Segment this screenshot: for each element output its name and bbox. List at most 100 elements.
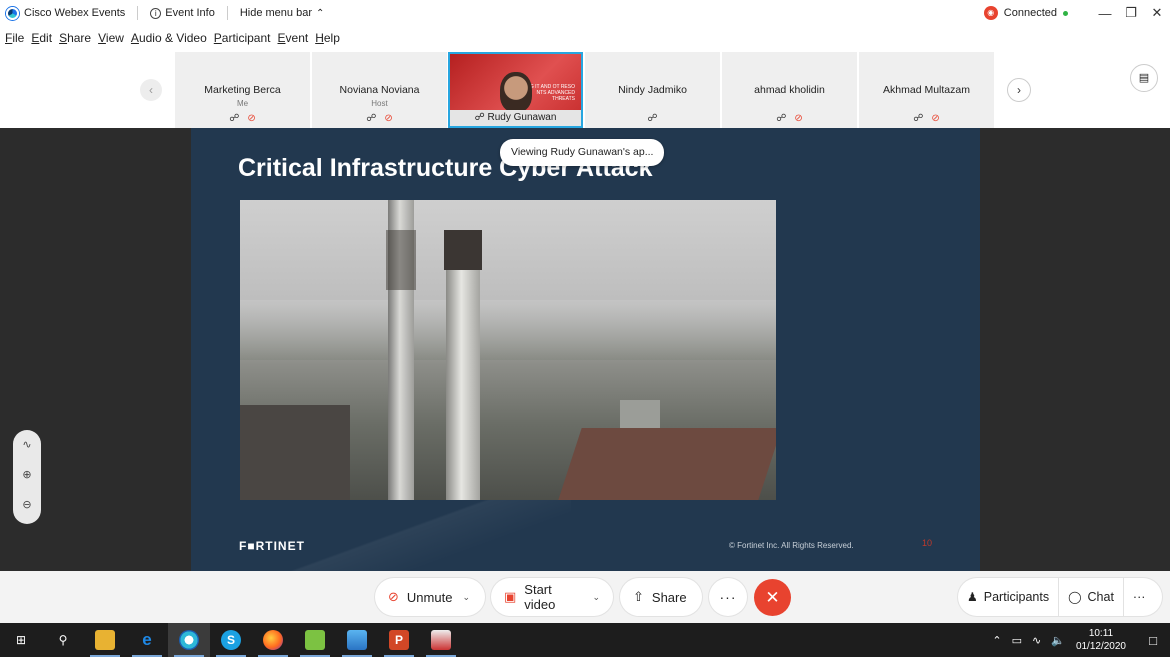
title-bar: Cisco Webex Events i Event Info Hide men… (0, 0, 1170, 26)
menu-edit[interactable]: Edit (31, 31, 52, 45)
muted-mic-icon: ⊘ (384, 113, 393, 124)
participant-status: ☍ (585, 113, 720, 124)
chevron-up-icon[interactable]: ⌃ (992, 634, 1001, 647)
system-clock[interactable]: 10:11 01/12/2020 (1076, 627, 1126, 653)
menu-bar: File Edit Share View Audio & Video Parti… (0, 28, 347, 48)
chat-button[interactable]: ◯ Chat (1059, 578, 1123, 616)
app-title: Cisco Webex Events (24, 7, 126, 19)
powerpoint-button[interactable]: P (378, 623, 420, 657)
participant-tile[interactable]: Nindy Jadmiko ☍ (585, 52, 720, 128)
more-options-button[interactable]: ··· (709, 578, 747, 616)
participant-tile[interactable]: Akhmad Multazam ☍ ⊘ (859, 52, 994, 128)
slide-photo (240, 200, 776, 500)
shared-slide: Critical Infrastructure Cyber Attack F■R… (191, 128, 980, 571)
notification-icon[interactable]: □ (1136, 633, 1170, 648)
powerpoint-icon: P (389, 630, 409, 650)
hide-menu-bar-button[interactable]: Hide menu bar ⌃ (240, 7, 325, 19)
menu-help[interactable]: Help (315, 31, 340, 45)
photos-button[interactable] (336, 623, 378, 657)
layout-button[interactable]: ▤ (1130, 64, 1158, 92)
headset-icon: ☍ (913, 113, 924, 124)
start-button[interactable]: ⊞ (0, 623, 42, 657)
photos-icon (347, 630, 367, 650)
chat-icon: ◯ (1068, 590, 1082, 604)
participant-name: Marketing Berca (204, 84, 281, 96)
firefox-icon (263, 630, 283, 650)
start-video-button[interactable]: ▣ Start video ⌄ (491, 578, 613, 616)
file-explorer-button[interactable] (84, 623, 126, 657)
meeting-controls: ⊘ Unmute ⌄ ▣ Start video ⌄ ⇧ Share ··· ✕… (0, 571, 1170, 623)
share-button[interactable]: ⇧ Share (620, 578, 702, 616)
photo-chimney (386, 200, 416, 500)
app-button[interactable] (420, 623, 462, 657)
wifi-icon[interactable]: ∿ (1032, 634, 1041, 647)
menu-audio-video[interactable]: Audio & Video (131, 31, 207, 45)
unmute-button[interactable]: ⊘ Unmute ⌄ (375, 578, 485, 616)
person-icon: ♟ (967, 590, 978, 604)
menu-view[interactable]: View (98, 31, 124, 45)
menu-event[interactable]: Event (278, 31, 309, 45)
annotate-icon[interactable]: ∿ (13, 430, 41, 460)
menu-file[interactable]: File (5, 31, 24, 45)
window-controls: ◉ Connected — ❐ ✕ (983, 0, 1170, 26)
webex-window: Cisco Webex Events i Event Info Hide men… (0, 0, 1170, 657)
minimize-button[interactable]: — (1092, 6, 1118, 21)
participant-status: ☍ ⊘ (175, 113, 310, 124)
participant-status: ☍ ⊘ (312, 113, 447, 124)
webex-icon (179, 630, 199, 650)
webex-taskbar-button[interactable] (168, 623, 210, 657)
participant-tile[interactable]: Marketing Berca Me ☍ ⊘ (175, 52, 310, 128)
connection-status[interactable]: Connected (1004, 7, 1057, 19)
participants-button[interactable]: ♟ Participants (958, 578, 1058, 616)
restore-button[interactable]: ❐ (1118, 5, 1144, 21)
muted-mic-icon: ⊘ (388, 589, 399, 604)
annotation-zoom-tools: ∿ ⊕ ⊖ (13, 430, 41, 524)
edge-button[interactable]: e (126, 623, 168, 657)
menu-share[interactable]: Share (59, 31, 91, 45)
participants-label: Participants (983, 590, 1050, 604)
search-button[interactable]: ⚲ (42, 623, 84, 657)
headset-icon: ☍ (229, 113, 240, 124)
video-off-icon: ▣ (504, 589, 517, 604)
chevron-up-icon: ⌃ (316, 7, 325, 19)
participant-status: ☍ ⊘ (722, 113, 857, 124)
slide-copyright: © Fortinet Inc. All Rights Reserved. (729, 541, 854, 550)
unmute-label: Unmute (406, 589, 453, 605)
zoom-in-icon[interactable]: ⊕ (13, 460, 41, 490)
muted-mic-icon: ⊘ (247, 113, 256, 124)
battery-icon[interactable]: ▭ (1012, 634, 1022, 647)
participant-name: Akhmad Multazam (883, 84, 970, 96)
chevron-down-icon[interactable]: ⌄ (462, 592, 470, 603)
divider (226, 6, 228, 20)
skype-button[interactable]: S (210, 623, 252, 657)
headset-icon: ☍ (366, 113, 377, 124)
app-button[interactable] (294, 623, 336, 657)
participant-name: Nindy Jadmiko (618, 84, 687, 96)
strip-prev-button[interactable]: ‹ (140, 79, 162, 101)
clock-time: 10:11 (1088, 628, 1114, 639)
volume-icon[interactable]: 🔈 (1051, 634, 1065, 647)
participant-name-label: Rudy Gunawan (487, 112, 557, 123)
active-speaker-tile[interactable]: CTING IT AND OT RESO NTS ADVANCED THREAT… (448, 52, 583, 128)
chevron-down-icon[interactable]: ⌄ (592, 592, 600, 603)
windows-taskbar: ⊞ ⚲ e S P ⌃ ▭ ∿ 🔈 10:11 01/12/2020 □ (0, 623, 1170, 657)
participant-name: ahmad kholidin (754, 84, 825, 96)
speaker-video (500, 72, 532, 112)
participant-name: ☍ Rudy Gunawan (450, 110, 581, 126)
event-info-button[interactable]: i Event Info (150, 7, 215, 19)
skype-icon: S (221, 630, 241, 650)
system-tray: ⌃ ▭ ∿ 🔈 10:11 01/12/2020 □ (987, 623, 1170, 657)
content-stage: Critical Infrastructure Cyber Attack F■R… (0, 128, 1170, 571)
participant-strip: ‹ Marketing Berca Me ☍ ⊘ Noviana Noviana … (0, 50, 1170, 128)
panel-more-button[interactable]: ··· (1124, 578, 1155, 616)
zoom-out-icon[interactable]: ⊖ (13, 490, 41, 520)
menu-participant[interactable]: Participant (214, 31, 271, 45)
strip-next-button[interactable]: › (1007, 78, 1031, 102)
firefox-button[interactable] (252, 623, 294, 657)
close-button[interactable]: ✕ (1144, 5, 1170, 21)
info-icon: i (150, 7, 162, 19)
participant-tile[interactable]: ahmad kholidin ☍ ⊘ (722, 52, 857, 128)
participant-tile[interactable]: Noviana Noviana Host ☍ ⊘ (312, 52, 447, 128)
leave-meeting-button[interactable]: ✕ (754, 579, 791, 616)
photo-chimney (444, 230, 482, 500)
